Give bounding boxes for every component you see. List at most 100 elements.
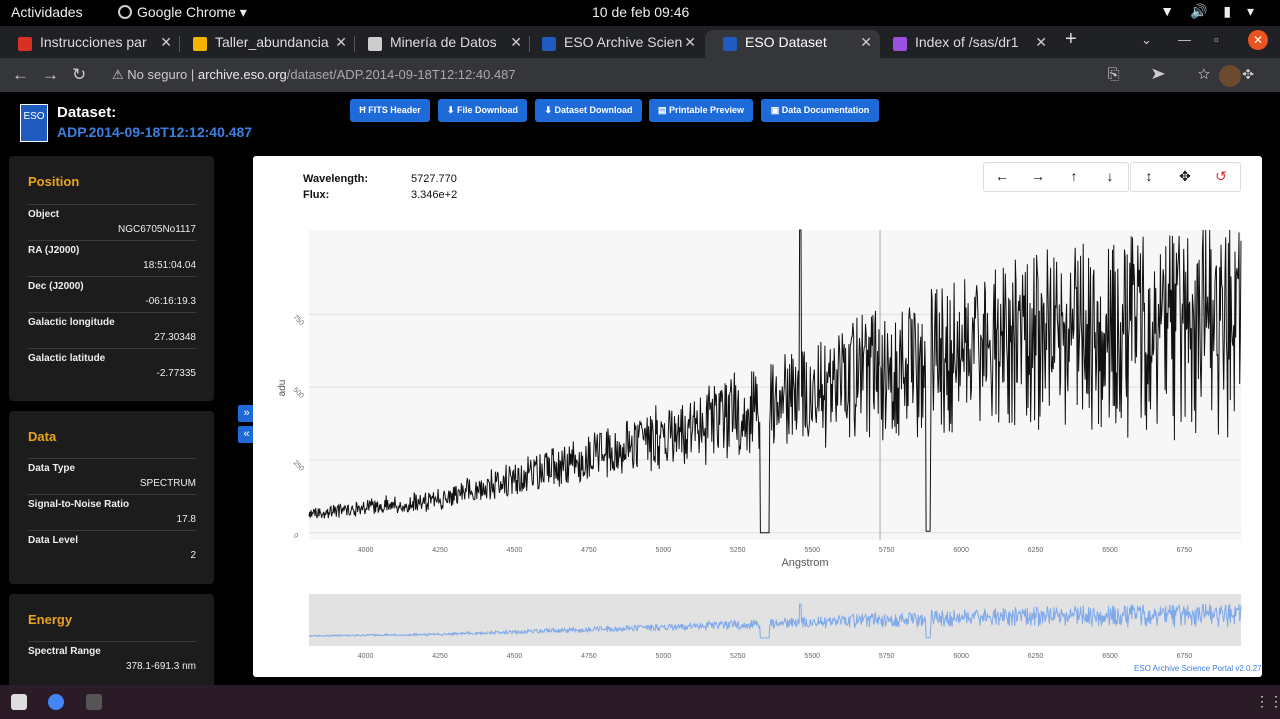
tab-title: Instrucciones par [40, 34, 147, 50]
close-tab-icon[interactable]: ✕ [160, 34, 172, 51]
x-tick-label: 6500 [1102, 547, 1118, 554]
dataset-download-button[interactable]: ⬇ Dataset Download [535, 99, 642, 122]
toolbar-icons[interactable]: ⎘ ➤ ☆ ✥ [1108, 66, 1268, 83]
apps-grid-icon[interactable]: ⋮⋮ [1255, 693, 1280, 710]
x-tick-label: 6000 [953, 547, 969, 554]
y-tick-label: 750 [292, 314, 305, 327]
window-close-icon[interactable]: ✕ [1248, 30, 1268, 50]
x-tick-label: 5250 [730, 547, 746, 554]
x-tick-label: 4750 [581, 547, 597, 554]
file-download-button[interactable]: ⬇ File Download [438, 99, 527, 122]
eso-logo: ESO [20, 104, 48, 142]
close-tab-icon[interactable]: ✕ [1035, 34, 1047, 51]
x-tick-label: 6250 [1028, 653, 1044, 660]
x-tick-label: 6750 [1177, 547, 1193, 554]
tab-title: Minería de Datos [390, 34, 497, 50]
spectrum-chart: Wavelength: 5727.770 Flux: 3.346e+2 ← → … [253, 156, 1262, 677]
x-tick-label: 5000 [656, 653, 672, 660]
x-tick-label: 4500 [507, 547, 523, 554]
data-panel: Data Data Type SPECTRUM Signal-to-Noise R… [9, 411, 214, 584]
folder-icon [893, 37, 907, 51]
close-tab-icon[interactable]: ✕ [510, 34, 522, 51]
spectrum-plot[interactable]: 0 250 500 750 4000 4250 4500 4750 5000 5250 5500 5… [253, 156, 1262, 677]
position-title: Position [28, 174, 80, 189]
chrome-icon [118, 5, 132, 19]
gmail-icon [18, 37, 32, 51]
dataset-id[interactable]: ADP.2014-09-18T12:12:40.487 [57, 124, 252, 140]
minimize-icon[interactable]: — [1178, 32, 1191, 47]
tab-title: ESO Archive Scien [564, 34, 683, 50]
clock[interactable]: 10 de feb 09:46 [592, 4, 689, 20]
y-tick-label: 250 [292, 459, 305, 472]
energy-title: Energy [28, 612, 73, 627]
eso-icon [542, 37, 556, 51]
snr-row: Signal-to-Noise Ratio 17.8 [28, 494, 196, 530]
object-row: Object NGC6705No1117 [28, 204, 196, 240]
y-tick-label: 0 [292, 532, 300, 540]
data-type-row: Data Type SPECTRUM [28, 458, 196, 494]
app-name: Google Chrome [137, 4, 236, 20]
files-icon[interactable] [11, 694, 27, 710]
energy-panel: Energy Spectral Range 378.1-691.3 nm [9, 594, 214, 685]
tab-eso-dataset[interactable]: ESO Dataset ✕ [705, 30, 880, 58]
printable-preview-button[interactable]: ▤ Printable Preview [649, 99, 753, 122]
activities-button[interactable]: Actividades [11, 4, 83, 20]
fits-header-button[interactable]: Ħ FITS Header [350, 99, 430, 122]
reload-icon[interactable]: ↻ [72, 65, 86, 85]
address-bar: ← → ↻ ⚠ No seguro | archive.eso.org/data… [0, 58, 1280, 92]
new-tab-button[interactable]: + [1065, 28, 1077, 51]
dataset-label: Dataset: [57, 104, 117, 121]
eso-icon [723, 37, 737, 51]
data-documentation-button[interactable]: ▣ Data Documentation [761, 99, 879, 122]
tab-strip: Instrucciones par ✕ Taller_abundancia ✕ … [0, 26, 1280, 58]
chrome-icon[interactable] [48, 694, 64, 710]
data-level-row: Data Level 2 [28, 530, 196, 566]
tab-title: Index of /sas/dr1 [915, 34, 1019, 50]
terminal-icon[interactable] [86, 694, 102, 710]
tab-mineria[interactable]: Minería de Datos ✕ [350, 30, 530, 58]
galactic-latitude-row: Galactic latitude -2.77335 [28, 348, 196, 384]
y-axis-label: adu [277, 380, 288, 397]
forward-icon[interactable]: → [42, 65, 59, 85]
tab-title: Taller_abundancia [215, 34, 329, 50]
x-tick-label: 6250 [1028, 547, 1044, 554]
x-tick-label: 5750 [879, 547, 895, 554]
url-host: archive.eso.org [197, 67, 287, 82]
omnibox[interactable]: ⚠ No seguro | archive.eso.org/dataset/AD… [112, 67, 516, 83]
x-tick-label: 6500 [1102, 653, 1118, 660]
x-tick-label: 5000 [656, 547, 672, 554]
spectral-range-row: Spectral Range 378.1-691.3 nm [28, 641, 196, 677]
app-menu[interactable]: Google Chrome ▾ [118, 4, 247, 21]
tab-index-sas[interactable]: Index of /sas/dr1 ✕ [875, 30, 1055, 58]
page-content: ESO Dataset: ADP.2014-09-18T12:12:40.487… [0, 92, 1280, 685]
data-title: Data [28, 429, 57, 444]
x-tick-label: 4000 [358, 547, 374, 554]
x-tick-label: 4500 [507, 653, 523, 660]
x-tick-label: 5500 [804, 653, 820, 660]
back-icon[interactable]: ← [12, 65, 29, 85]
ra-row: RA (J2000) 18:51:04.04 [28, 240, 196, 276]
maximize-icon[interactable]: ▫ [1214, 32, 1219, 47]
avatar[interactable] [1219, 65, 1241, 87]
system-tray-icons[interactable]: ▼ 🔊 ▮ ▾ [1160, 3, 1260, 20]
tab-eso-archive[interactable]: ESO Archive Scien ✕ [524, 30, 704, 58]
drive-icon [193, 37, 207, 51]
position-panel: Position Object NGC6705No1117 RA (J2000) 1… [9, 156, 214, 401]
x-tick-label: 4250 [432, 653, 448, 660]
x-tick-label: 4750 [581, 653, 597, 660]
dec-row: Dec (J2000) -06:16:19.3 [28, 276, 196, 312]
close-tab-icon[interactable]: ✕ [684, 34, 696, 51]
x-tick-label: 6000 [953, 653, 969, 660]
tab-search-icon[interactable]: ⌄ [1141, 32, 1152, 48]
x-tick-label: 4250 [432, 547, 448, 554]
security-label: No seguro [127, 67, 188, 82]
url-path: /dataset/ADP.2014-09-18T12:12:40.487 [286, 67, 516, 82]
system-top-bar: Actividades Google Chrome ▾ 10 de feb 09… [0, 0, 1280, 26]
tab-instrucciones[interactable]: Instrucciones par ✕ [0, 30, 180, 58]
classroom-icon [368, 37, 382, 51]
y-tick-label: 500 [292, 387, 305, 400]
close-tab-icon[interactable]: ✕ [335, 34, 347, 51]
close-tab-icon[interactable]: ✕ [860, 34, 872, 51]
portal-credit[interactable]: ESO Archive Science Portal v2.0.27 [1134, 664, 1262, 673]
tab-taller[interactable]: Taller_abundancia ✕ [175, 30, 355, 58]
